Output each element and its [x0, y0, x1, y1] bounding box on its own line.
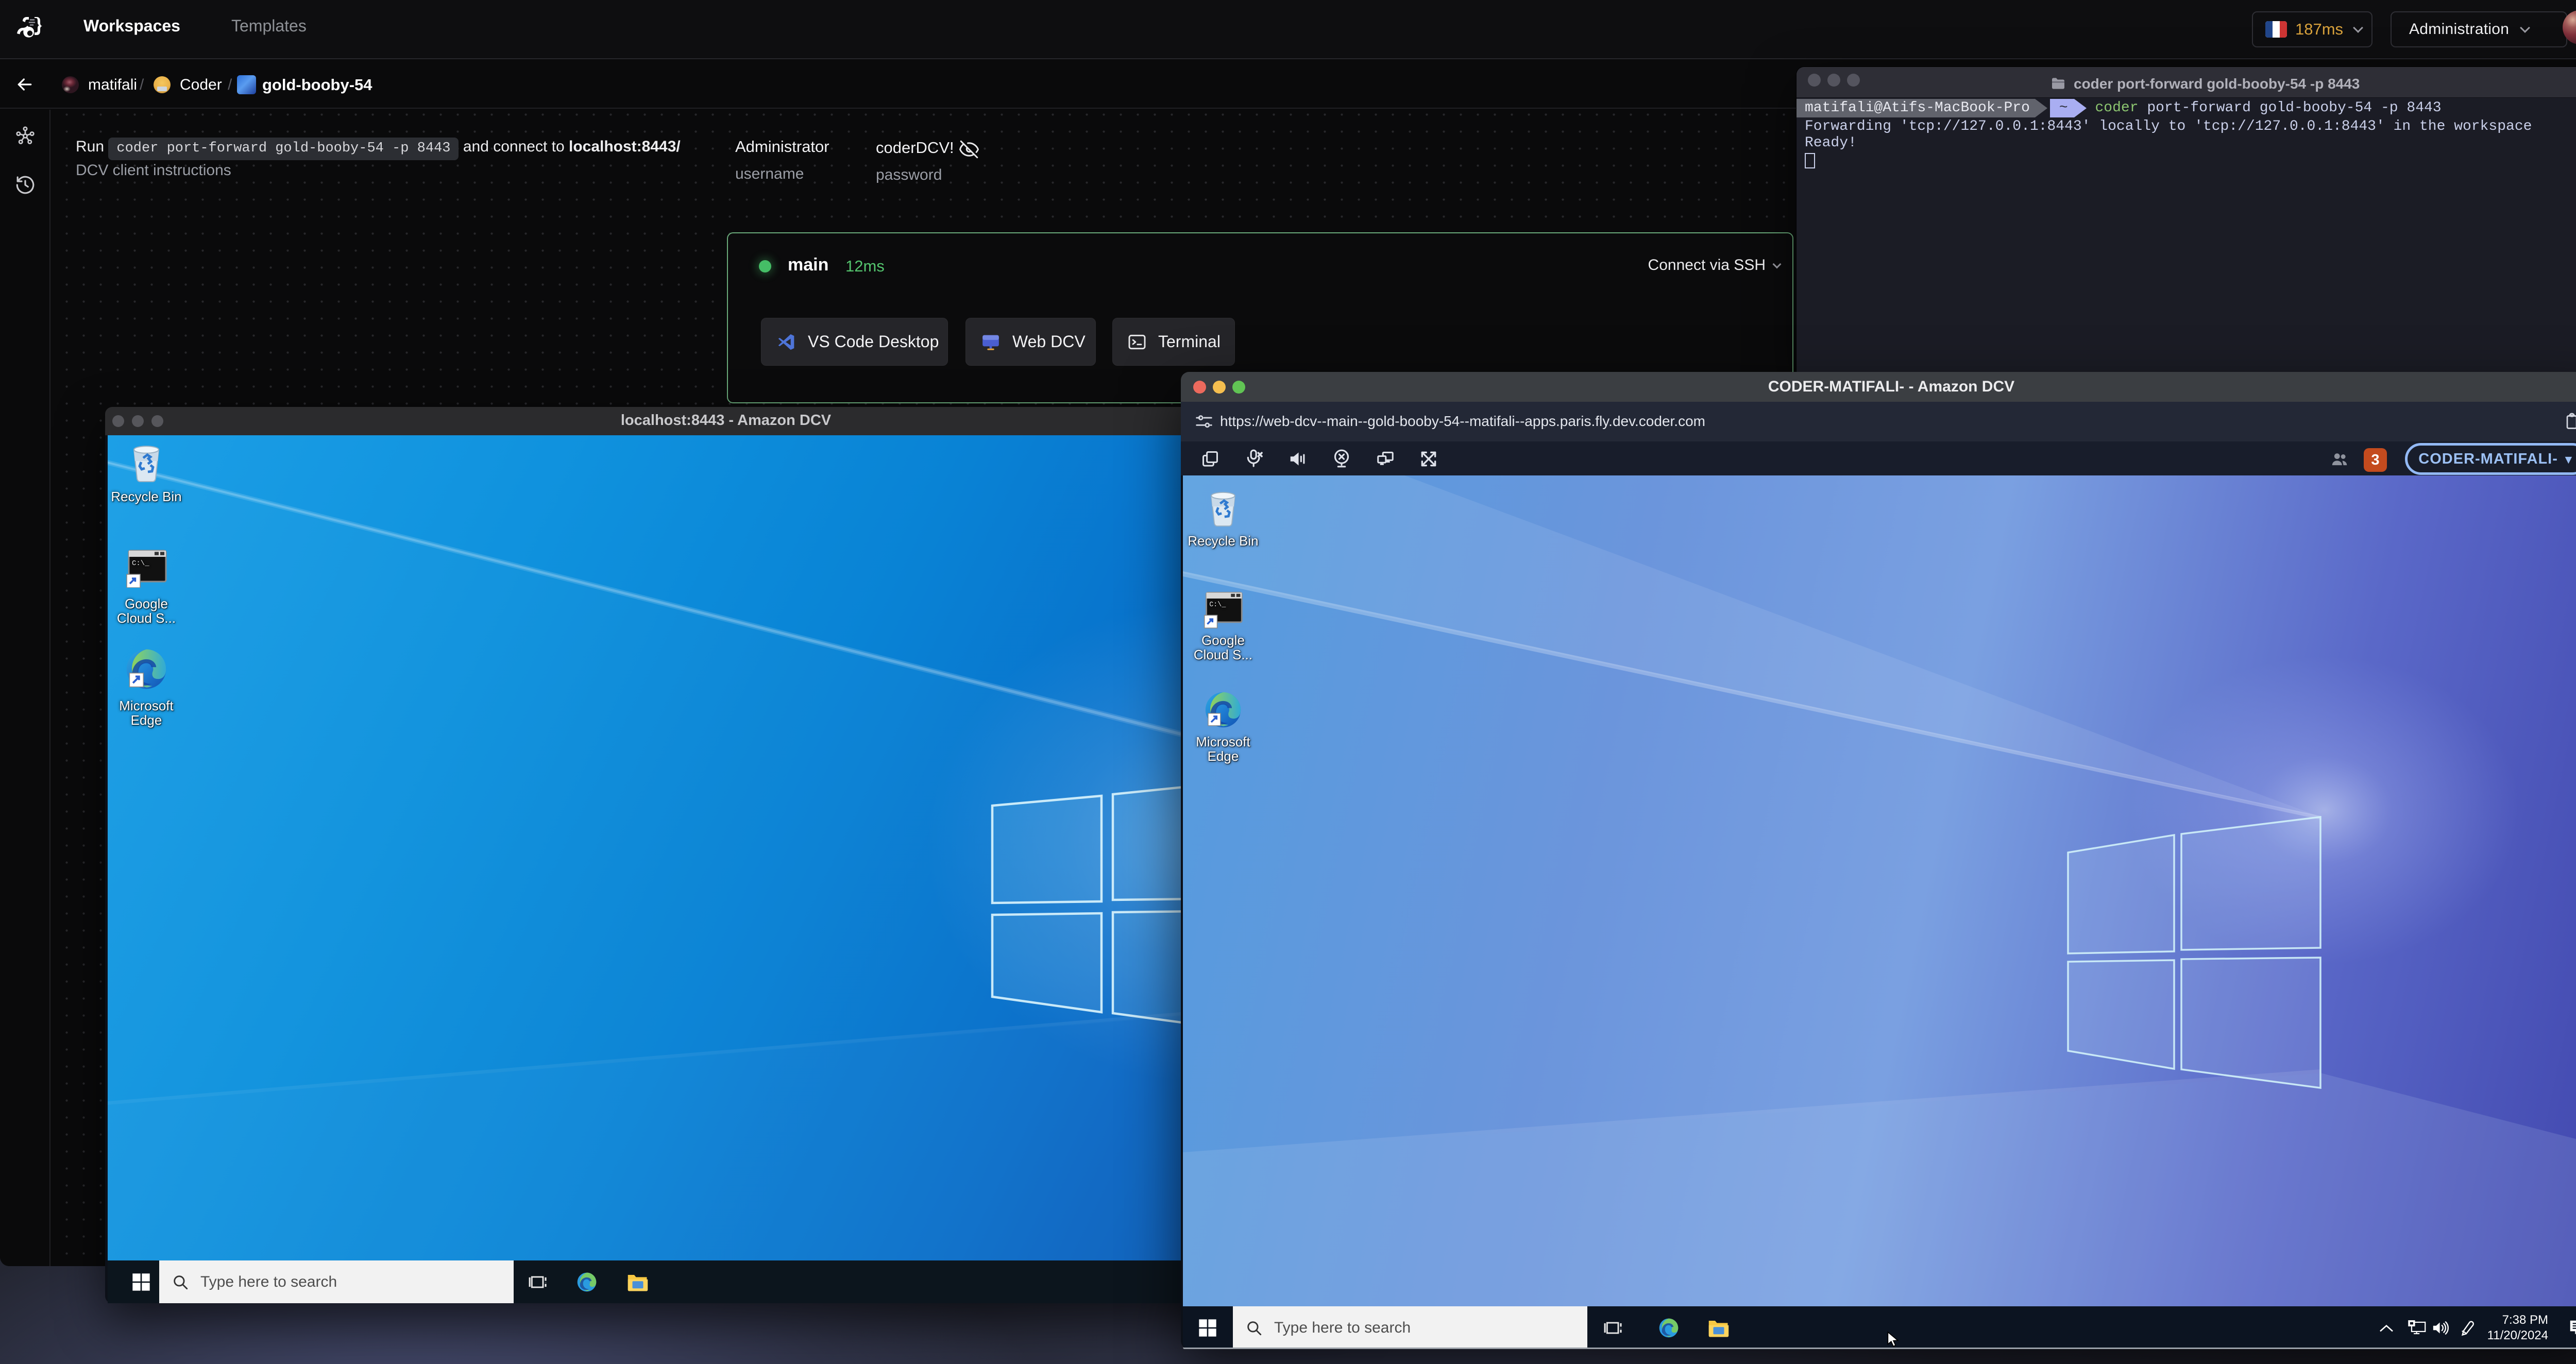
svg-text:C:\_: C:\_ [1209, 601, 1226, 609]
svg-text:C:\_: C:\_ [132, 559, 149, 568]
